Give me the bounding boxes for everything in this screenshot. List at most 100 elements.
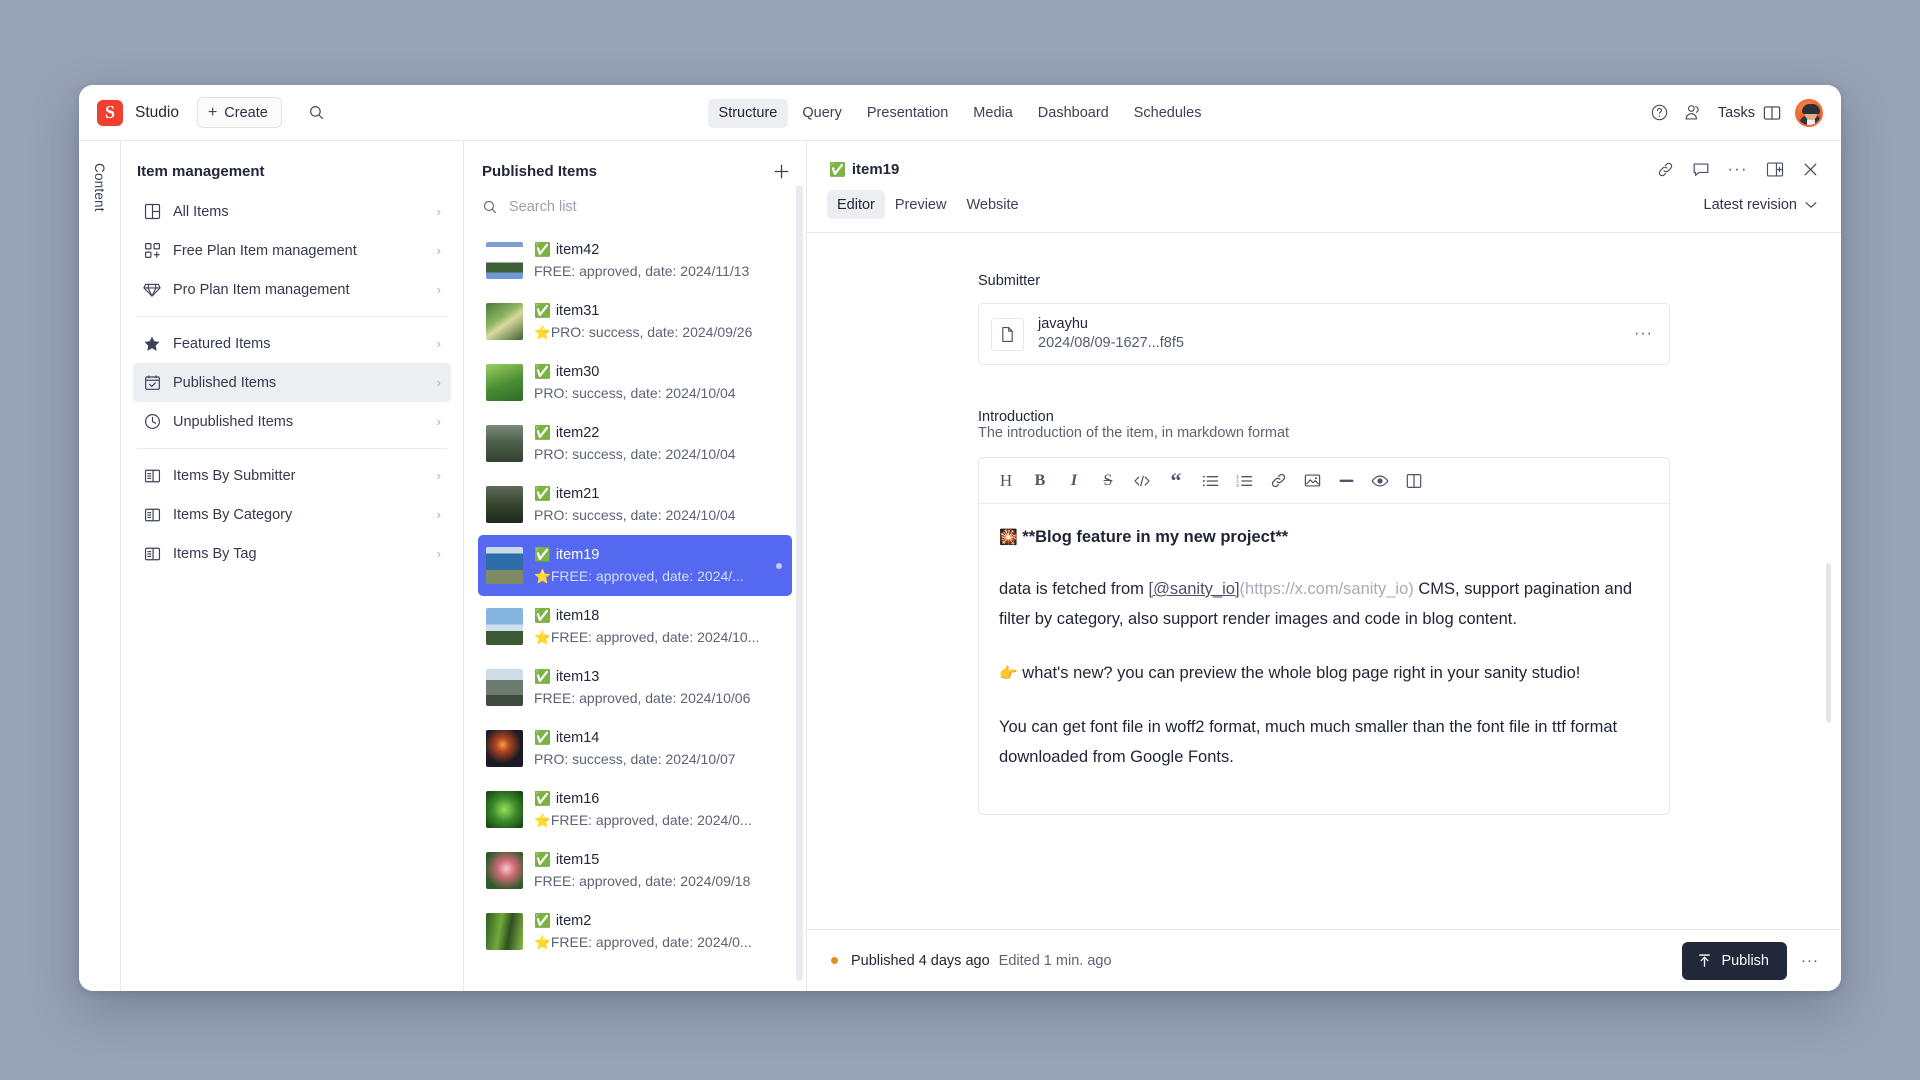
item-title-row: ✅ item13: [534, 668, 782, 687]
help-circle-icon[interactable]: [1650, 103, 1669, 122]
list-item[interactable]: ✅ item15 FREE: approved, date: 2024/09/1…: [478, 840, 792, 901]
chevron-right-icon: ›: [436, 375, 441, 390]
sidebar-item-published-items[interactable]: Published Items ›: [133, 363, 451, 402]
preview-eye-icon[interactable]: [1366, 467, 1394, 495]
item-thumbnail: [486, 364, 523, 401]
markdown-paragraph-3: You can get font file in woff2 format, m…: [999, 718, 1618, 766]
sanity-logo-icon[interactable]: S: [97, 99, 123, 126]
check-emoji: ✅: [534, 669, 551, 685]
sidebar-item-items-by-submitter[interactable]: Items By Submitter ›: [133, 456, 451, 495]
sidebar-item-pro-plan-item-management[interactable]: Pro Plan Item management ›: [133, 270, 451, 309]
item-text: ✅ item16 ⭐FREE: approved, date: 2024/0..…: [534, 790, 782, 830]
list-item[interactable]: ✅ item16 ⭐FREE: approved, date: 2024/0..…: [478, 779, 792, 840]
tasks-button[interactable]: Tasks: [1718, 105, 1781, 121]
horizontal-rule-icon[interactable]: [1332, 467, 1360, 495]
link-icon[interactable]: [1657, 161, 1674, 178]
sidebar-item-label: Items By Category: [173, 506, 293, 523]
tab-preview[interactable]: Preview: [885, 190, 957, 219]
list-item[interactable]: ✅ item42 FREE: approved, date: 2024/11/1…: [478, 230, 792, 291]
list-item[interactable]: ✅ item21 PRO: success, date: 2024/10/04: [478, 474, 792, 535]
check-emoji: ✅: [534, 608, 551, 624]
panel-icon: [1763, 105, 1781, 121]
tab-schedules[interactable]: Schedules: [1123, 99, 1213, 128]
numbered-list-icon[interactable]: 1 2 3: [1230, 467, 1258, 495]
quote-icon[interactable]: “: [1162, 467, 1190, 495]
italic-icon[interactable]: I: [1060, 467, 1088, 495]
list-item[interactable]: ✅ item14 PRO: success, date: 2024/10/07: [478, 718, 792, 779]
list-item-selected[interactable]: ✅ item19 ⭐FREE: approved, date: 2024/...: [478, 535, 792, 596]
sidebar-item-all-items[interactable]: All Items ›: [133, 192, 451, 231]
split-view-icon[interactable]: [1400, 467, 1428, 495]
document-icon: [991, 317, 1024, 351]
tab-editor[interactable]: Editor: [827, 190, 885, 219]
tab-dashboard[interactable]: Dashboard: [1027, 99, 1120, 128]
close-icon[interactable]: [1802, 161, 1819, 178]
tab-presentation[interactable]: Presentation: [856, 99, 959, 128]
add-item-button[interactable]: [773, 163, 790, 180]
sidebar-item-unpublished-items[interactable]: Unpublished Items ›: [133, 402, 451, 441]
bold-icon[interactable]: B: [1026, 467, 1054, 495]
sidebar-item-items-by-category[interactable]: Items By Category ›: [133, 495, 451, 534]
sidebar-item-featured-items[interactable]: Featured Items ›: [133, 324, 451, 363]
strikethrough-icon[interactable]: S: [1094, 467, 1122, 495]
publish-status-text: Published 4 days ago: [851, 952, 990, 969]
user-avatar[interactable]: [1795, 98, 1823, 127]
tab-structure[interactable]: Structure: [707, 98, 789, 128]
markdown-link-label[interactable]: [@sanity_io]: [1149, 580, 1240, 598]
tab-query[interactable]: Query: [791, 99, 853, 128]
chevron-right-icon: ›: [436, 507, 441, 522]
tab-website[interactable]: Website: [956, 190, 1028, 219]
list-item[interactable]: ✅ item18 ⭐FREE: approved, date: 2024/10.…: [478, 596, 792, 657]
pointing-hand-emoji: 👉: [999, 665, 1018, 682]
image-icon[interactable]: [1298, 467, 1326, 495]
submitter-reference-card[interactable]: javayhu 2024/08/09-1627...f8f5 ···: [978, 303, 1670, 365]
tab-media[interactable]: Media: [962, 99, 1024, 128]
main-navigation: Structure Query Presentation Media Dashb…: [79, 85, 1841, 141]
heading-icon[interactable]: H: [992, 467, 1020, 495]
list-item[interactable]: ✅ item13 FREE: approved, date: 2024/10/0…: [478, 657, 792, 718]
comment-icon[interactable]: [1692, 161, 1710, 178]
item-text: ✅ item21 PRO: success, date: 2024/10/04: [534, 485, 782, 525]
create-button[interactable]: + Create: [196, 97, 282, 128]
code-icon[interactable]: [1128, 467, 1156, 495]
sidebar-item-free-plan-item-management[interactable]: Free Plan Item management ›: [133, 231, 451, 270]
list-scrollbar[interactable]: [796, 185, 803, 981]
studio-window: S Studio + Create Structure Query Presen…: [79, 85, 1841, 991]
item-thumbnail: [486, 913, 523, 950]
document-body-scroll[interactable]: Submitter javayhu 2024/08/09-1627...f8f5: [807, 233, 1841, 929]
split-pane-icon[interactable]: [1766, 161, 1784, 178]
list-item[interactable]: ✅ item2 ⭐FREE: approved, date: 2024/0...: [478, 901, 792, 962]
more-icon[interactable]: ···: [1728, 161, 1748, 177]
members-icon[interactable]: [1683, 102, 1704, 123]
sidebar-item-label: Pro Plan Item management: [173, 281, 350, 298]
more-icon[interactable]: ···: [1634, 325, 1653, 343]
add-square-icon: [143, 242, 161, 259]
check-emoji: ✅: [534, 364, 551, 380]
publish-button-label: Publish: [1721, 952, 1769, 969]
more-icon[interactable]: ···: [1801, 952, 1819, 969]
item-title: item18: [555, 607, 600, 624]
sidebar-item-items-by-tag[interactable]: Items By Tag ›: [133, 534, 451, 573]
item-subtitle: FREE: approved, date: 2024/10/06: [534, 689, 751, 706]
list-item[interactable]: ✅ item30 PRO: success, date: 2024/10/04: [478, 352, 792, 413]
markdown-content[interactable]: 🎇 **Blog feature in my new project** dat…: [979, 504, 1669, 814]
bullet-list-icon[interactable]: [1196, 467, 1224, 495]
publish-button[interactable]: Publish: [1682, 941, 1787, 980]
item-title-row: ✅ item15: [534, 851, 782, 870]
document-scrollbar[interactable]: [1826, 563, 1831, 723]
revision-selector[interactable]: Latest revision: [1704, 197, 1820, 213]
item-title: item2: [555, 912, 592, 929]
search-input[interactable]: [509, 199, 788, 215]
chevron-right-icon: ›: [436, 414, 441, 429]
list-item[interactable]: ✅ item22 PRO: success, date: 2024/10/04: [478, 413, 792, 474]
search-icon[interactable]: [308, 104, 325, 121]
list-item[interactable]: ✅ item31 ⭐PRO: success, date: 2024/09/26: [478, 291, 792, 352]
document-pane: ✅ item19 ··· Editor Preview Website Late…: [807, 141, 1841, 991]
document-title-text: item19: [851, 161, 900, 178]
link-icon[interactable]: [1264, 467, 1292, 495]
items-list[interactable]: ✅ item42 FREE: approved, date: 2024/11/1…: [464, 230, 806, 991]
workspace: Content Item management All Items › Free…: [79, 141, 1841, 991]
item-title: item16: [555, 790, 600, 807]
content-rail-label[interactable]: Content: [92, 163, 107, 991]
content-rail: Content: [79, 141, 121, 991]
